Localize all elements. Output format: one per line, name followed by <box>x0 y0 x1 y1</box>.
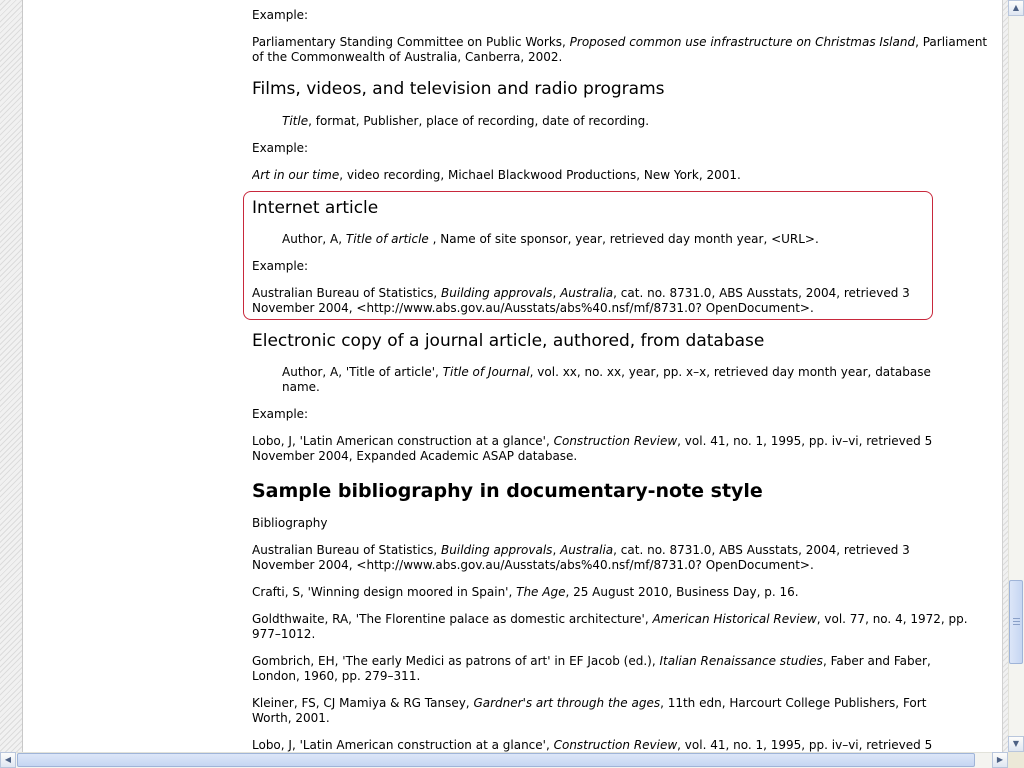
reference-entry: Art in our time, video recording, Michae… <box>252 168 741 182</box>
format-template: Author, A, Title of article , Name of si… <box>282 232 819 246</box>
section-heading-electronic-copy: Electronic copy of a journal article, au… <box>252 331 765 351</box>
scroll-right-arrow-icon[interactable]: ▶ <box>992 752 1008 768</box>
reference-entry: Lobo, J, 'Latin American construction at… <box>252 434 933 463</box>
bibliography-entry: Australian Bureau of Statistics, Buildin… <box>252 543 910 572</box>
reference-entry: Parliamentary Standing Committee on Publ… <box>252 35 988 64</box>
section-heading-bibliography: Sample bibliography in documentary-note … <box>252 480 763 502</box>
bibliography-label: Bibliography <box>252 516 328 530</box>
bibliography-entry: Gombrich, EH, 'The early Medici as patro… <box>252 654 931 683</box>
format-template: Author, A, 'Title of article', Title of … <box>282 365 931 394</box>
example-label: Example: <box>252 407 309 421</box>
reference-entry: Australian Bureau of Statistics, Buildin… <box>252 286 910 315</box>
scroll-up-arrow-icon[interactable]: ▲ <box>1008 0 1024 16</box>
example-label: Example: <box>252 8 309 22</box>
document-content: Example: Parliamentary Standing Committe… <box>252 0 992 752</box>
example-label: Example: <box>252 141 309 155</box>
bibliography-entry: Lobo, J, 'Latin American construction at… <box>252 738 933 752</box>
section-heading-films: Films, videos, and television and radio … <box>252 79 665 99</box>
horizontal-scroll-thumb[interactable] <box>17 753 975 767</box>
section-heading-internet-article: Internet article <box>252 198 379 218</box>
example-label: Example: <box>252 259 309 273</box>
left-page-margin <box>0 0 23 752</box>
format-template: Title, format, Publisher, place of recor… <box>282 114 650 128</box>
bibliography-entry: Kleiner, FS, CJ Mamiya & RG Tansey, Gard… <box>252 696 927 725</box>
scrollbar-corner <box>1008 752 1024 768</box>
bibliography-entry: Crafti, S, 'Winning design moored in Spa… <box>252 585 799 599</box>
bibliography-entry: Goldthwaite, RA, 'The Florentine palace … <box>252 612 968 641</box>
vertical-scroll-thumb[interactable] <box>1009 580 1023 664</box>
scroll-left-arrow-icon[interactable]: ◀ <box>0 752 16 768</box>
scroll-down-arrow-icon[interactable]: ▼ <box>1008 736 1024 752</box>
